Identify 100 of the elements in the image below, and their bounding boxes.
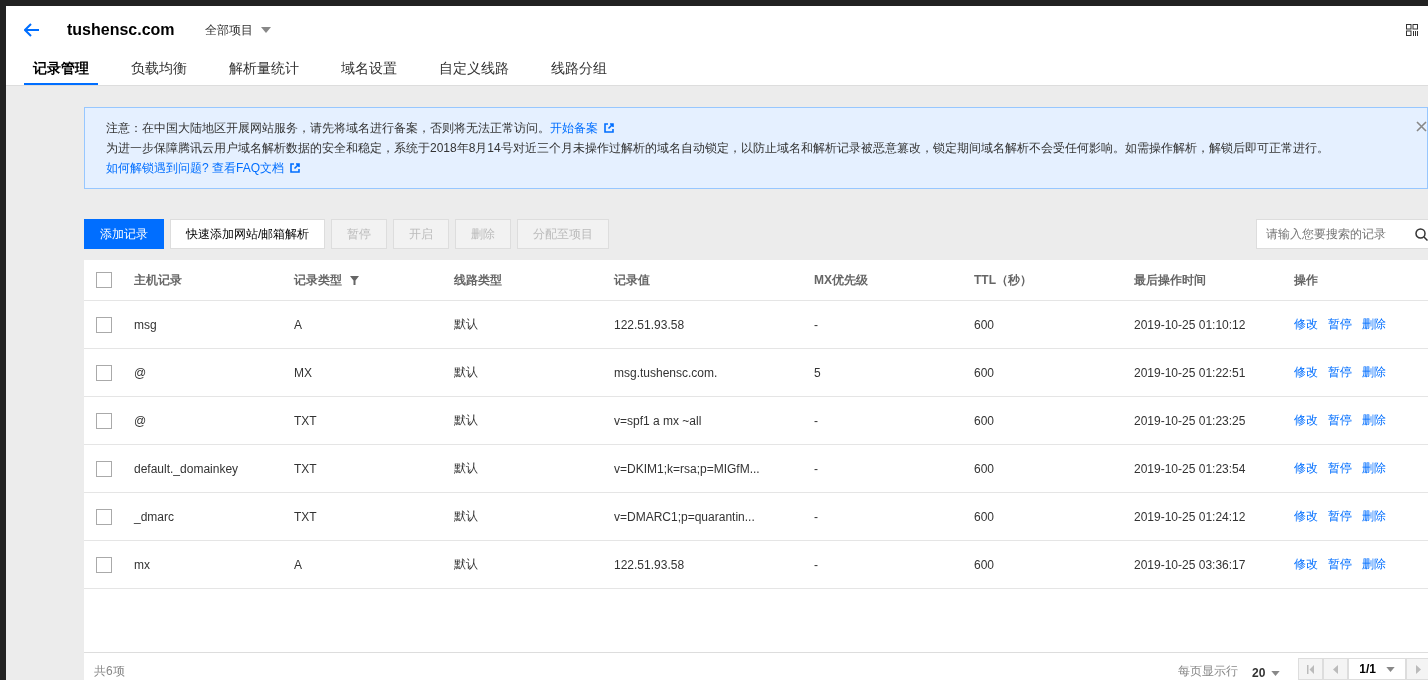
column-header: MX优先级 (814, 271, 868, 289)
page-size-dropdown[interactable]: 20 (1251, 666, 1281, 680)
table-cell: mx (134, 557, 150, 572)
action-link[interactable]: 修改 (1294, 316, 1318, 333)
column-header: TTL（秒） (974, 271, 1032, 289)
table-cell: v=spf1 a mx ~all (614, 413, 702, 428)
action-link[interactable]: 删除 (1362, 316, 1386, 333)
checkbox[interactable] (96, 316, 112, 333)
table-cell: @ (134, 365, 147, 380)
table-cell: 2019-10-25 01:10:12 (1134, 317, 1246, 332)
caret-icon (1386, 666, 1395, 672)
external-link-icon (290, 163, 301, 173)
tab[interactable]: 记录管理 (24, 54, 98, 85)
table-cell: @ (134, 413, 147, 428)
action-link[interactable]: 删除 (1362, 460, 1386, 477)
action-link[interactable]: 修改 (1294, 460, 1318, 477)
table-cell: msg.tushensc.com. (614, 365, 718, 380)
link[interactable]: 查看FAQ文档 (212, 161, 285, 175)
checkbox[interactable] (96, 272, 112, 288)
table-cell: 默认 (454, 316, 478, 333)
search-field[interactable]: 请输入您要搜索的记录 (1256, 219, 1428, 249)
table-cell: - (814, 461, 818, 476)
table-cell: 600 (974, 317, 995, 332)
tab[interactable]: 负载均衡 (122, 54, 196, 85)
table-cell: A (294, 557, 302, 572)
table-cell: - (814, 557, 818, 572)
tab[interactable]: 线路分组 (542, 54, 616, 85)
table-cell: msg (134, 317, 157, 332)
checkbox[interactable] (96, 412, 112, 429)
action-link[interactable]: 删除 (1362, 412, 1386, 429)
action-link[interactable]: 暂停 (1328, 460, 1352, 477)
table-cell: 600 (974, 413, 995, 428)
table-cell: 2019-10-25 03:36:17 (1134, 557, 1246, 572)
table-cell: 600 (974, 509, 995, 524)
table-cell: 默认 (454, 460, 478, 477)
table-cell: 600 (974, 365, 995, 380)
column-header: 记录值 (614, 271, 650, 289)
table-cell: MX (294, 365, 312, 380)
action-link[interactable]: 暂停 (1328, 556, 1352, 573)
caret-icon (260, 27, 271, 33)
column-header: 操作 (1294, 271, 1318, 289)
tab[interactable]: 域名设置 (332, 54, 406, 85)
action-link[interactable]: 删除 (1362, 508, 1386, 525)
link[interactable]: 开始备案 (550, 121, 598, 135)
toolbar-button[interactable]: 快速添加网站/邮箱解析 (170, 219, 326, 249)
checkbox[interactable] (96, 364, 112, 381)
action-link[interactable]: 删除 (1362, 364, 1386, 381)
action-link[interactable]: 暂停 (1328, 412, 1352, 429)
tab[interactable]: 自定义线路 (430, 54, 518, 85)
action-link[interactable]: 修改 (1294, 556, 1318, 573)
column-header: 主机记录 (134, 271, 182, 289)
action-link[interactable]: 修改 (1294, 412, 1318, 429)
tab[interactable]: 解析量统计 (220, 54, 308, 85)
checkbox[interactable] (96, 460, 112, 477)
notice-text: 为进一步保障腾讯云用户域名解析数据的安全和稳定，系统于2018年8月14号对近三个月未操作过解析的域名自动锁定，以防止域名和解析记录被恶意篡改，锁定期间域名解析不会受任何影响。如需操作解析，解锁后即可正常进行。 (106, 141, 1329, 155)
caret-icon (1271, 670, 1281, 676)
column-header: 最后操作时间 (1134, 271, 1206, 289)
previous-page-button[interactable] (1323, 658, 1349, 680)
table-cell: - (814, 413, 818, 428)
table-cell: 122.51.93.58 (614, 557, 685, 572)
table-cell: 600 (974, 461, 995, 476)
first-page-button[interactable] (1298, 658, 1324, 680)
table-cell: 默认 (454, 508, 478, 525)
table-cell: - (814, 509, 818, 524)
table-cell: 默认 (454, 412, 478, 429)
domain-title: tushensc.com (67, 21, 175, 39)
link[interactable]: 如何解锁遇到问题? (106, 161, 209, 175)
table-cell: 2019-10-25 01:22:51 (1134, 365, 1246, 380)
action-link[interactable]: 暂停 (1328, 364, 1352, 381)
column-header: 线路类型 (454, 271, 502, 289)
search-icon[interactable] (1415, 228, 1428, 241)
action-link[interactable]: 暂停 (1328, 316, 1352, 333)
project-dropdown[interactable]: 全部项目 (204, 21, 271, 39)
action-link[interactable]: 修改 (1294, 508, 1318, 525)
table-cell: default._domainkey (134, 461, 239, 476)
close-icon[interactable] (1416, 121, 1427, 132)
table-cell: _dmarc (134, 509, 174, 524)
grid-icon[interactable] (1406, 24, 1418, 36)
next-page-button[interactable] (1406, 658, 1428, 680)
action-link[interactable]: 删除 (1362, 556, 1386, 573)
table-cell: 5 (814, 365, 821, 380)
table-cell: 2019-10-25 01:23:25 (1134, 413, 1246, 428)
checkbox[interactable] (96, 556, 112, 573)
page-size-label: 每页显示行 (1177, 663, 1238, 680)
action-link[interactable]: 修改 (1294, 364, 1318, 381)
table-cell: 122.51.93.58 (614, 317, 685, 332)
back-arrow-icon[interactable] (24, 23, 40, 37)
filter-icon[interactable] (350, 275, 359, 285)
table-cell: 默认 (454, 556, 478, 573)
page-dropdown[interactable]: 1/1 (1348, 658, 1406, 680)
table-cell: TXT (294, 413, 317, 428)
external-link-icon (604, 123, 614, 133)
table-cell: TXT (294, 461, 317, 476)
checkbox[interactable] (96, 508, 112, 525)
action-link[interactable]: 暂停 (1328, 508, 1352, 525)
table-cell: A (294, 317, 302, 332)
toolbar-button[interactable]: 添加记录 (84, 219, 164, 249)
right-triangle-icon (1416, 664, 1421, 674)
table-cell: 2019-10-25 01:24:12 (1134, 509, 1246, 524)
table-cell: v=DKIM1;k=rsa;p=MIGfM... (614, 461, 760, 476)
